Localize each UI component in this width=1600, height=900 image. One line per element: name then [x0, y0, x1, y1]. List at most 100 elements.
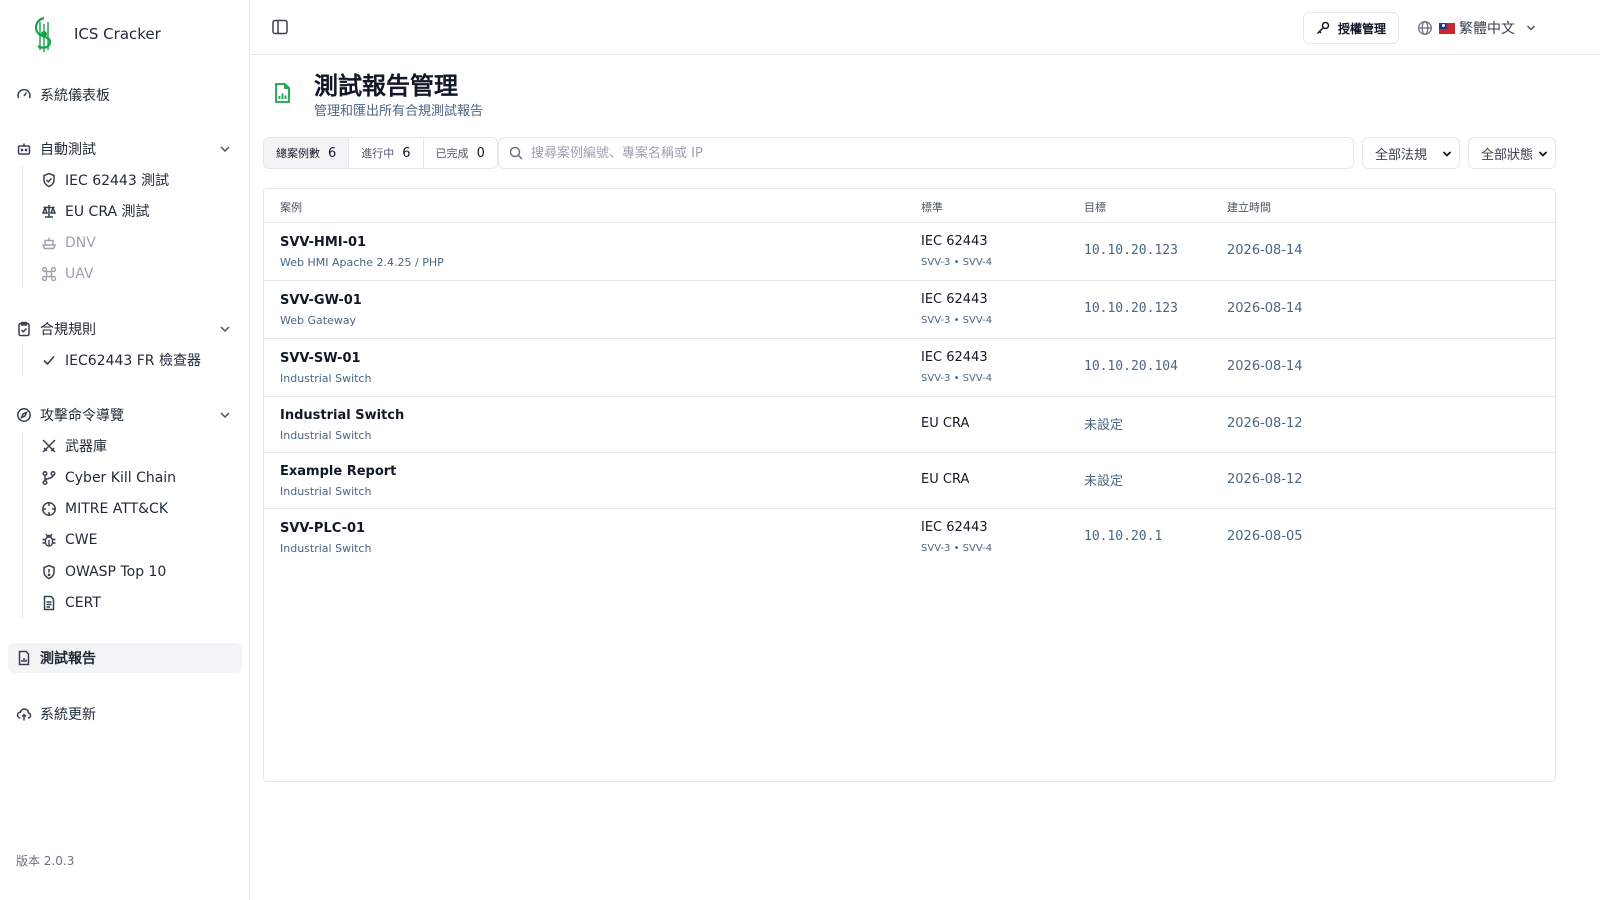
app-name: ICS Cracker [74, 25, 161, 43]
sidebar-item-label: CERT [65, 595, 101, 611]
tab-label: 進行中 [361, 147, 395, 160]
sidebar-group-compliance[interactable]: 合規規則 [8, 314, 242, 344]
column-header-created[interactable]: 建立時間 [1227, 199, 1271, 215]
table-row[interactable]: SVV-HMI-01 Web HMI Apache 2.4.25 / PHP I… [264, 223, 1555, 281]
app-version: 版本 2.0.3 [16, 854, 75, 868]
table-row[interactable]: Industrial Switch Industrial Switch EU C… [264, 397, 1555, 453]
column-header-case[interactable]: 案例 [280, 199, 302, 215]
sidebar-item-label: IEC62443 FR 檢查器 [65, 353, 201, 369]
chevron-down-icon [1442, 151, 1452, 157]
shield-check-icon [41, 172, 57, 188]
tab-total-cases[interactable]: 總案例數 6 [264, 138, 350, 168]
sidebar-item-dnv: DNV [33, 229, 233, 257]
case-id: Industrial Switch [280, 408, 405, 423]
sidebar-item-label: OWASP Top 10 [65, 564, 167, 580]
sidebar-item-owasp-top-10[interactable]: OWASP Top 10 [33, 558, 233, 586]
tree-line [22, 166, 23, 288]
app-logo[interactable]: ICS Cracker [30, 14, 161, 54]
case-id: SVV-GW-01 [280, 293, 362, 308]
logo-icon [34, 16, 52, 52]
tree-line [22, 432, 23, 618]
security-levels: SVV-3 • SVV-4 [921, 543, 993, 554]
file-text-icon [41, 595, 57, 611]
sidebar-item-label: Cyber Kill Chain [65, 470, 177, 486]
chevron-down-icon [220, 326, 230, 333]
case-description: Industrial Switch [280, 542, 372, 555]
target-ip: 10.10.20.123 [1084, 243, 1178, 258]
tab-count: 0 [476, 145, 485, 161]
sidebar-item-mitre-attack[interactable]: MITRE ATT&CK [33, 495, 233, 523]
table-row[interactable]: Example Report Industrial Switch EU CRA … [264, 453, 1555, 509]
standard-filter-select[interactable]: 全部法規 [1362, 137, 1460, 169]
sidebar-item-system-update[interactable]: 系統更新 [8, 699, 242, 729]
scale-icon [41, 203, 57, 219]
case-id: SVV-HMI-01 [280, 235, 367, 250]
tab-label: 總案例數 [276, 147, 320, 160]
license-management-button[interactable]: 授權管理 [1303, 12, 1399, 44]
column-header-target[interactable]: 目標 [1084, 199, 1106, 215]
column-header-standard[interactable]: 標準 [921, 199, 943, 215]
standard-name: IEC 62443 [921, 292, 988, 307]
bot-icon [16, 141, 32, 157]
security-levels: SVV-3 • SVV-4 [921, 373, 993, 384]
search-box [498, 137, 1354, 169]
tree-line [22, 346, 23, 374]
check-icon [41, 352, 57, 368]
tab-label: 已完成 [435, 147, 469, 160]
sidebar-toggle-icon[interactable] [271, 18, 289, 36]
case-description: Web HMI Apache 2.4.25 / PHP [280, 256, 444, 269]
sidebar-item-label: EU CRA 測試 [65, 204, 150, 220]
status-filter-select[interactable]: 全部狀態 [1468, 137, 1556, 169]
sidebar-item-label: 系統更新 [40, 707, 96, 723]
table-header: 案例 標準 目標 建立時間 [264, 189, 1555, 223]
search-input[interactable] [531, 145, 1311, 161]
tab-completed[interactable]: 已完成 0 [424, 138, 497, 168]
sidebar-item-cwe[interactable]: CWE [33, 526, 233, 554]
language-label: 繁體中文 [1459, 21, 1515, 37]
sidebar-item-dashboard[interactable]: 系統儀表板 [8, 80, 242, 110]
sidebar-item-label: 系統儀表板 [40, 88, 110, 104]
standard-name: EU CRA [921, 416, 970, 431]
sidebar-item-arsenal[interactable]: 武器庫 [33, 432, 233, 460]
security-levels: SVV-3 • SVV-4 [921, 315, 993, 326]
topbar: 授權管理 繁體中文 [251, 0, 1600, 55]
sidebar-group-auto-test[interactable]: 自動測試 [8, 134, 242, 164]
sidebar-item-cyber-kill-chain[interactable]: Cyber Kill Chain [33, 464, 233, 492]
sidebar-item-cert[interactable]: CERT [33, 589, 233, 617]
reports-table: 案例 標準 目標 建立時間 SVV-HMI-01 Web HMI Apache … [263, 188, 1556, 782]
table-row[interactable]: SVV-PLC-01 Industrial Switch IEC 62443 S… [264, 509, 1555, 567]
case-description: Industrial Switch [280, 429, 372, 442]
target-ip: 10.10.20.123 [1084, 301, 1178, 316]
case-id: SVV-PLC-01 [280, 521, 366, 536]
target-ip: 10.10.20.104 [1084, 359, 1178, 374]
sidebar-item-test-reports[interactable]: 測試報告 [8, 643, 242, 673]
created-date: 2026-08-05 [1227, 529, 1303, 544]
sidebar-item-label: CWE [65, 532, 98, 548]
sidebar-item-eu-cra-test[interactable]: EU CRA 測試 [33, 197, 233, 225]
sidebar-item-label: IEC 62443 測試 [65, 173, 170, 189]
tab-in-progress[interactable]: 進行中 6 [349, 138, 424, 168]
table-row[interactable]: SVV-GW-01 Web Gateway IEC 62443 SVV-3 • … [264, 281, 1555, 339]
target-ip: 10.10.20.1 [1084, 529, 1163, 544]
language-selector[interactable]: 繁體中文 [1417, 16, 1537, 40]
tab-count: 6 [328, 145, 337, 161]
sidebar-item-iec62443-fr-checker[interactable]: IEC62443 FR 檢查器 [33, 346, 233, 374]
sidebar-item-label: 測試報告 [40, 651, 96, 667]
created-date: 2026-08-12 [1227, 416, 1303, 431]
target-ip: 未設定 [1084, 418, 1124, 433]
table-row[interactable]: SVV-SW-01 Industrial Switch IEC 62443 SV… [264, 339, 1555, 397]
created-date: 2026-08-12 [1227, 472, 1303, 487]
sidebar-item-iec62443-test[interactable]: IEC 62443 測試 [33, 166, 233, 194]
cloud-upload-icon [16, 706, 32, 722]
security-levels: SVV-3 • SVV-4 [921, 257, 993, 268]
chevron-down-icon [220, 146, 230, 153]
standard-name: IEC 62443 [921, 234, 988, 249]
sidebar-group-attack-guide[interactable]: 攻擊命令導覽 [8, 400, 242, 430]
globe-icon [1418, 21, 1432, 35]
sidebar-group-label: 自動測試 [40, 142, 96, 158]
clipboard-check-icon [16, 321, 32, 337]
sidebar-item-label: UAV [65, 266, 94, 282]
shield-alert-icon [41, 564, 57, 580]
sidebar: ICS Cracker 系統儀表板 自動測試 IEC 62443 測試 EU C… [0, 0, 250, 900]
chevron-down-icon [1526, 25, 1536, 31]
